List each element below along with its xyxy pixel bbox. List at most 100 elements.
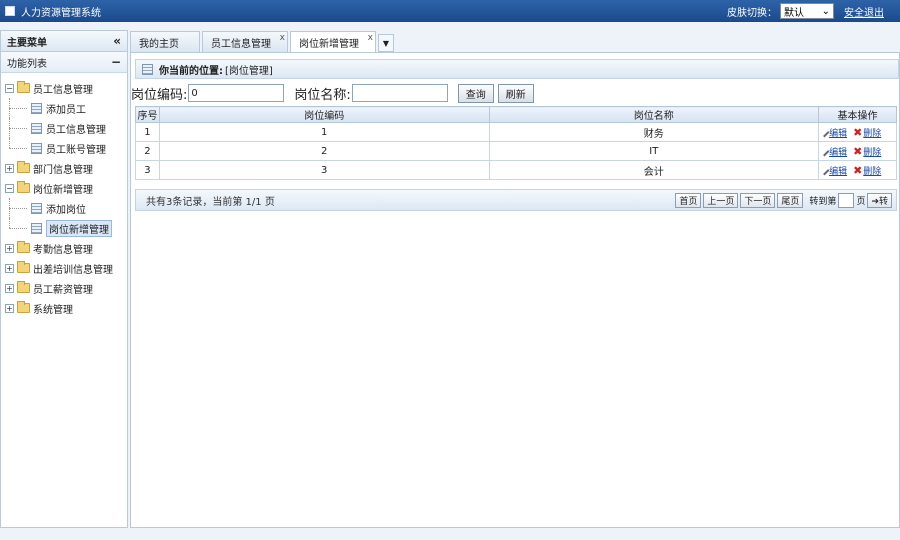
location-bar: 你当前的位置: [岗位管理] — [135, 59, 899, 79]
collapse-list-icon[interactable]: − — [111, 55, 121, 69]
tab-label: 我的主页 — [139, 38, 179, 50]
tree-node[interactable]: + 员工薪资管理 — [1, 278, 127, 298]
goto-page-input[interactable] — [838, 192, 855, 208]
tree-leaf[interactable]: 岗位新增管理 — [1, 218, 127, 238]
prev-page-button[interactable]: 上一页 — [703, 192, 739, 208]
position-name-label: 岗位名称: — [294, 87, 351, 103]
tree-leaf[interactable]: 添加员工 — [1, 98, 127, 118]
last-page-button[interactable]: 尾页 — [777, 192, 804, 208]
chevron-down-icon: ⌄ — [821, 5, 830, 17]
tree-node[interactable]: + 部门信息管理 — [1, 158, 127, 178]
app-logo-icon — [5, 6, 15, 16]
tree-node-label: 员工薪资管理 — [33, 284, 93, 296]
folder-icon — [17, 241, 30, 253]
page-icon — [31, 122, 42, 134]
pager-info: 共有3条记录，当前第 1/1 页 — [146, 196, 275, 208]
tree-leaf-label: 岗位新增管理 — [46, 219, 112, 237]
tab-bar: 我的主页 员工信息管理 x 岗位新增管理 x ▼ — [130, 30, 900, 52]
tab-label: 员工信息管理 — [211, 38, 271, 50]
edit-link[interactable]: 编辑 — [829, 164, 847, 177]
tab[interactable]: 岗位新增管理 x — [290, 31, 376, 52]
cell-code: 3 — [158, 160, 490, 180]
tree-line — [9, 138, 10, 148]
cell-ops: 编辑 ✖删除 — [818, 160, 897, 180]
col-header-ops: 基本操作 — [818, 106, 897, 123]
pager-controls: 首页 上一页 下一页 尾页 转到第 页 ➔转 — [673, 192, 896, 208]
cell-no: 3 — [135, 160, 160, 180]
folder-icon — [17, 81, 30, 93]
tree-node[interactable]: − 岗位新增管理 — [1, 178, 127, 198]
col-header-code: 岗位编码 — [158, 106, 490, 123]
cell-no: 1 — [135, 122, 160, 142]
next-page-button[interactable]: 下一页 — [740, 192, 776, 208]
tab[interactable]: 员工信息管理 x — [202, 31, 288, 52]
cell-ops: 编辑 ✖删除 — [818, 141, 897, 161]
table-row: 2 2 IT 编辑 ✖删除 — [135, 141, 897, 161]
cell-code: 1 — [158, 122, 490, 142]
tree-leaf-label: 员工账号管理 — [46, 144, 106, 156]
edit-link[interactable]: 编辑 — [829, 145, 847, 158]
main-panel: 你当前的位置: [岗位管理] 岗位编码: 0 岗位名称: 查询 刷新 序号 岗位… — [130, 52, 900, 528]
tree-leaf-label: 添加岗位 — [46, 204, 86, 216]
page-icon — [31, 222, 42, 234]
tree-line — [9, 148, 27, 149]
location-prefix: 你当前的位置: — [159, 65, 223, 77]
goto-label: 转到第 — [809, 196, 837, 207]
tree-leaf[interactable]: 员工信息管理 — [1, 118, 127, 138]
edit-link[interactable]: 编辑 — [829, 126, 847, 139]
skin-select-value: 默认 — [784, 7, 804, 19]
close-icon[interactable]: x — [368, 33, 373, 43]
delete-link[interactable]: 删除 — [863, 145, 881, 158]
tree-node[interactable]: + 出差培训信息管理 — [1, 258, 127, 278]
app-title: 人力资源管理系统 — [21, 7, 101, 19]
logout-link[interactable]: 安全退出 — [844, 4, 884, 19]
refresh-button[interactable]: 刷新 — [497, 83, 534, 103]
goto-button[interactable]: ➔转 — [867, 192, 892, 208]
skin-select[interactable]: 默认 ⌄ — [780, 3, 834, 19]
delete-link[interactable]: 删除 — [863, 126, 881, 139]
table-header-row: 序号 岗位编码 岗位名称 基本操作 — [135, 106, 897, 123]
table-row: 3 3 会计 编辑 ✖删除 — [135, 160, 897, 180]
cell-name: 会计 — [488, 160, 820, 180]
cell-ops: 编辑 ✖删除 — [818, 122, 897, 142]
first-page-button[interactable]: 首页 — [675, 192, 702, 208]
function-list-title: 功能列表 — [7, 58, 47, 70]
expand-toggle-icon[interactable]: + — [5, 163, 14, 173]
tree-node-label: 部门信息管理 — [33, 164, 93, 176]
cell-no: 2 — [135, 141, 160, 161]
tree-leaf[interactable]: 员工账号管理 — [1, 138, 127, 158]
pager-bar: 共有3条记录，当前第 1/1 页 首页 上一页 下一页 尾页 转到第 页 ➔转 — [135, 189, 897, 211]
function-tree: − 员工信息管理 添加员工 员工信息管理 员工账号管理 + 部门信息管理 − 岗位新增管理 添加岗… — [1, 73, 127, 318]
expand-toggle-icon[interactable]: − — [5, 183, 14, 193]
page-icon — [31, 102, 42, 114]
skin-label: 皮肤切换： — [727, 7, 777, 19]
sidebar-header: 主要菜单 « — [1, 31, 127, 52]
folder-icon — [17, 261, 30, 273]
close-icon[interactable]: x — [280, 33, 285, 43]
expand-toggle-icon[interactable]: + — [5, 243, 14, 253]
delete-link[interactable]: 删除 — [863, 164, 881, 177]
tree-node[interactable]: + 系统管理 — [1, 298, 127, 318]
delete-x-icon: ✖ — [853, 125, 863, 139]
expand-toggle-icon[interactable]: + — [5, 303, 14, 313]
tree-line — [9, 108, 27, 109]
topbar-controls: 皮肤切换： 默认 ⌄ 安全退出 — [727, 3, 900, 19]
expand-toggle-icon[interactable]: + — [5, 263, 14, 273]
tree-leaf[interactable]: 添加岗位 — [1, 198, 127, 218]
tree-node[interactable]: − 员工信息管理 — [1, 78, 127, 98]
tree-node-label: 出差培训信息管理 — [33, 264, 113, 276]
collapse-sidebar-icon[interactable]: « — [113, 34, 121, 48]
tab[interactable]: 我的主页 — [130, 31, 200, 52]
query-button[interactable]: 查询 — [457, 83, 494, 103]
position-name-input[interactable] — [351, 84, 448, 102]
tree-leaf-label: 员工信息管理 — [46, 124, 106, 136]
expand-toggle-icon[interactable]: − — [5, 83, 14, 93]
page-unit-label: 页 — [856, 196, 866, 207]
tree-node[interactable]: + 考勤信息管理 — [1, 238, 127, 258]
folder-icon — [17, 301, 30, 313]
position-code-input[interactable]: 0 — [188, 84, 285, 102]
tab-menu-button[interactable]: ▼ — [378, 34, 394, 52]
expand-toggle-icon[interactable]: + — [5, 283, 14, 293]
table-row: 1 1 财务 编辑 ✖删除 — [135, 122, 897, 142]
col-header-no: 序号 — [135, 106, 160, 123]
